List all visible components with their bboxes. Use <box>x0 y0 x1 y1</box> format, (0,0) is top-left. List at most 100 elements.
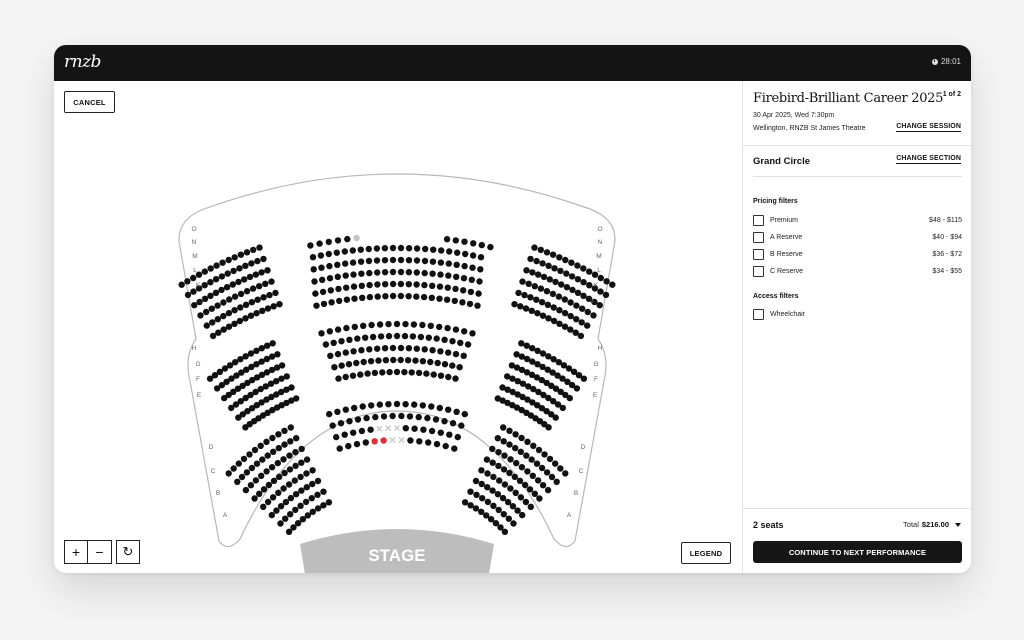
seat[interactable] <box>190 288 197 295</box>
seat[interactable] <box>528 456 535 463</box>
seat[interactable] <box>288 384 295 391</box>
seat[interactable] <box>453 273 460 280</box>
seat[interactable] <box>558 281 565 288</box>
seat[interactable] <box>545 262 552 269</box>
seat[interactable] <box>397 256 405 264</box>
seat[interactable] <box>552 278 559 286</box>
seat[interactable] <box>374 269 381 276</box>
seat[interactable] <box>416 438 423 445</box>
seat[interactable] <box>567 312 574 320</box>
seat[interactable] <box>225 323 233 330</box>
filter-c-reserve[interactable]: C Reserve $34 - $55 <box>753 266 962 278</box>
seat[interactable] <box>466 300 474 308</box>
seat[interactable] <box>534 477 542 484</box>
seat[interactable] <box>353 234 360 242</box>
seat[interactable] <box>397 292 405 300</box>
seat[interactable] <box>533 257 540 265</box>
seat[interactable] <box>546 455 554 463</box>
seat[interactable] <box>238 473 246 481</box>
seat[interactable] <box>405 245 413 252</box>
seat[interactable] <box>341 431 348 438</box>
seat[interactable] <box>490 473 497 481</box>
seat[interactable] <box>241 276 248 283</box>
seat[interactable] <box>264 305 272 312</box>
seat[interactable] <box>209 319 216 326</box>
seat[interactable] <box>368 321 375 329</box>
seat[interactable] <box>260 255 267 263</box>
seat[interactable] <box>462 250 469 258</box>
seat[interactable] <box>549 290 557 298</box>
seat[interactable] <box>531 283 538 290</box>
seat[interactable] <box>312 290 319 297</box>
seat[interactable] <box>530 442 537 449</box>
seat[interactable] <box>473 491 480 498</box>
seat[interactable] <box>314 491 321 498</box>
seat[interactable] <box>278 362 286 369</box>
seat[interactable] <box>397 344 405 352</box>
seat[interactable] <box>203 308 210 316</box>
filter-wheelchair[interactable]: Wheelchair <box>753 309 962 321</box>
seat[interactable] <box>574 262 581 269</box>
seat[interactable] <box>207 265 214 272</box>
seat[interactable] <box>544 301 552 308</box>
seat[interactable] <box>513 459 520 467</box>
seat[interactable] <box>445 260 452 267</box>
seat[interactable] <box>342 406 349 413</box>
seat[interactable] <box>346 418 353 425</box>
seat[interactable] <box>382 357 390 364</box>
seat[interactable] <box>365 245 372 253</box>
seat[interactable] <box>214 316 221 323</box>
seat[interactable] <box>364 370 371 377</box>
seat[interactable] <box>350 348 357 355</box>
seat[interactable] <box>272 289 279 297</box>
seat[interactable] <box>345 361 353 368</box>
checkbox[interactable] <box>753 309 764 320</box>
seat[interactable] <box>578 319 585 326</box>
seat[interactable] <box>446 248 453 255</box>
seat[interactable] <box>212 276 220 283</box>
seat[interactable] <box>269 494 277 501</box>
seat[interactable] <box>237 251 245 258</box>
seat[interactable] <box>490 502 497 509</box>
seat[interactable] <box>579 305 586 312</box>
filter-a-reserve[interactable]: A Reserve $40 - $94 <box>753 232 962 244</box>
seat[interactable] <box>308 495 315 502</box>
seat[interactable] <box>197 312 204 319</box>
seat[interactable] <box>264 267 271 274</box>
seat[interactable] <box>472 505 480 512</box>
seat[interactable] <box>336 445 343 452</box>
seat[interactable] <box>413 257 421 264</box>
seat[interactable] <box>533 460 541 467</box>
seat[interactable] <box>236 265 243 272</box>
brand-logo[interactable]: rnzb <box>64 52 101 72</box>
seat[interactable] <box>287 438 294 445</box>
seat[interactable] <box>441 418 448 425</box>
zoom-in-button[interactable]: + <box>64 540 88 564</box>
seat[interactable] <box>386 368 393 376</box>
seat[interactable] <box>519 511 526 519</box>
seat[interactable] <box>275 489 282 496</box>
seat[interactable] <box>515 289 522 297</box>
seat[interactable] <box>213 262 220 269</box>
seat[interactable] <box>243 288 251 295</box>
seat[interactable] <box>506 427 513 434</box>
seat[interactable] <box>499 494 507 502</box>
seat[interactable] <box>230 465 237 472</box>
seat[interactable] <box>367 358 375 365</box>
seat[interactable] <box>207 279 214 286</box>
seat[interactable] <box>432 416 440 423</box>
seat[interactable] <box>293 395 300 402</box>
seat[interactable] <box>453 261 460 268</box>
seat[interactable] <box>445 373 452 381</box>
seat[interactable] <box>506 469 513 477</box>
seat[interactable] <box>376 401 383 408</box>
seat[interactable] <box>545 424 552 431</box>
seat[interactable] <box>429 282 436 289</box>
seat[interactable] <box>373 257 381 264</box>
seat[interactable] <box>441 361 449 368</box>
seat[interactable] <box>327 287 334 294</box>
seat[interactable] <box>484 484 491 491</box>
seat[interactable] <box>354 416 362 423</box>
reset-view-button[interactable]: ↻ <box>116 540 140 564</box>
seat[interactable] <box>351 323 358 331</box>
